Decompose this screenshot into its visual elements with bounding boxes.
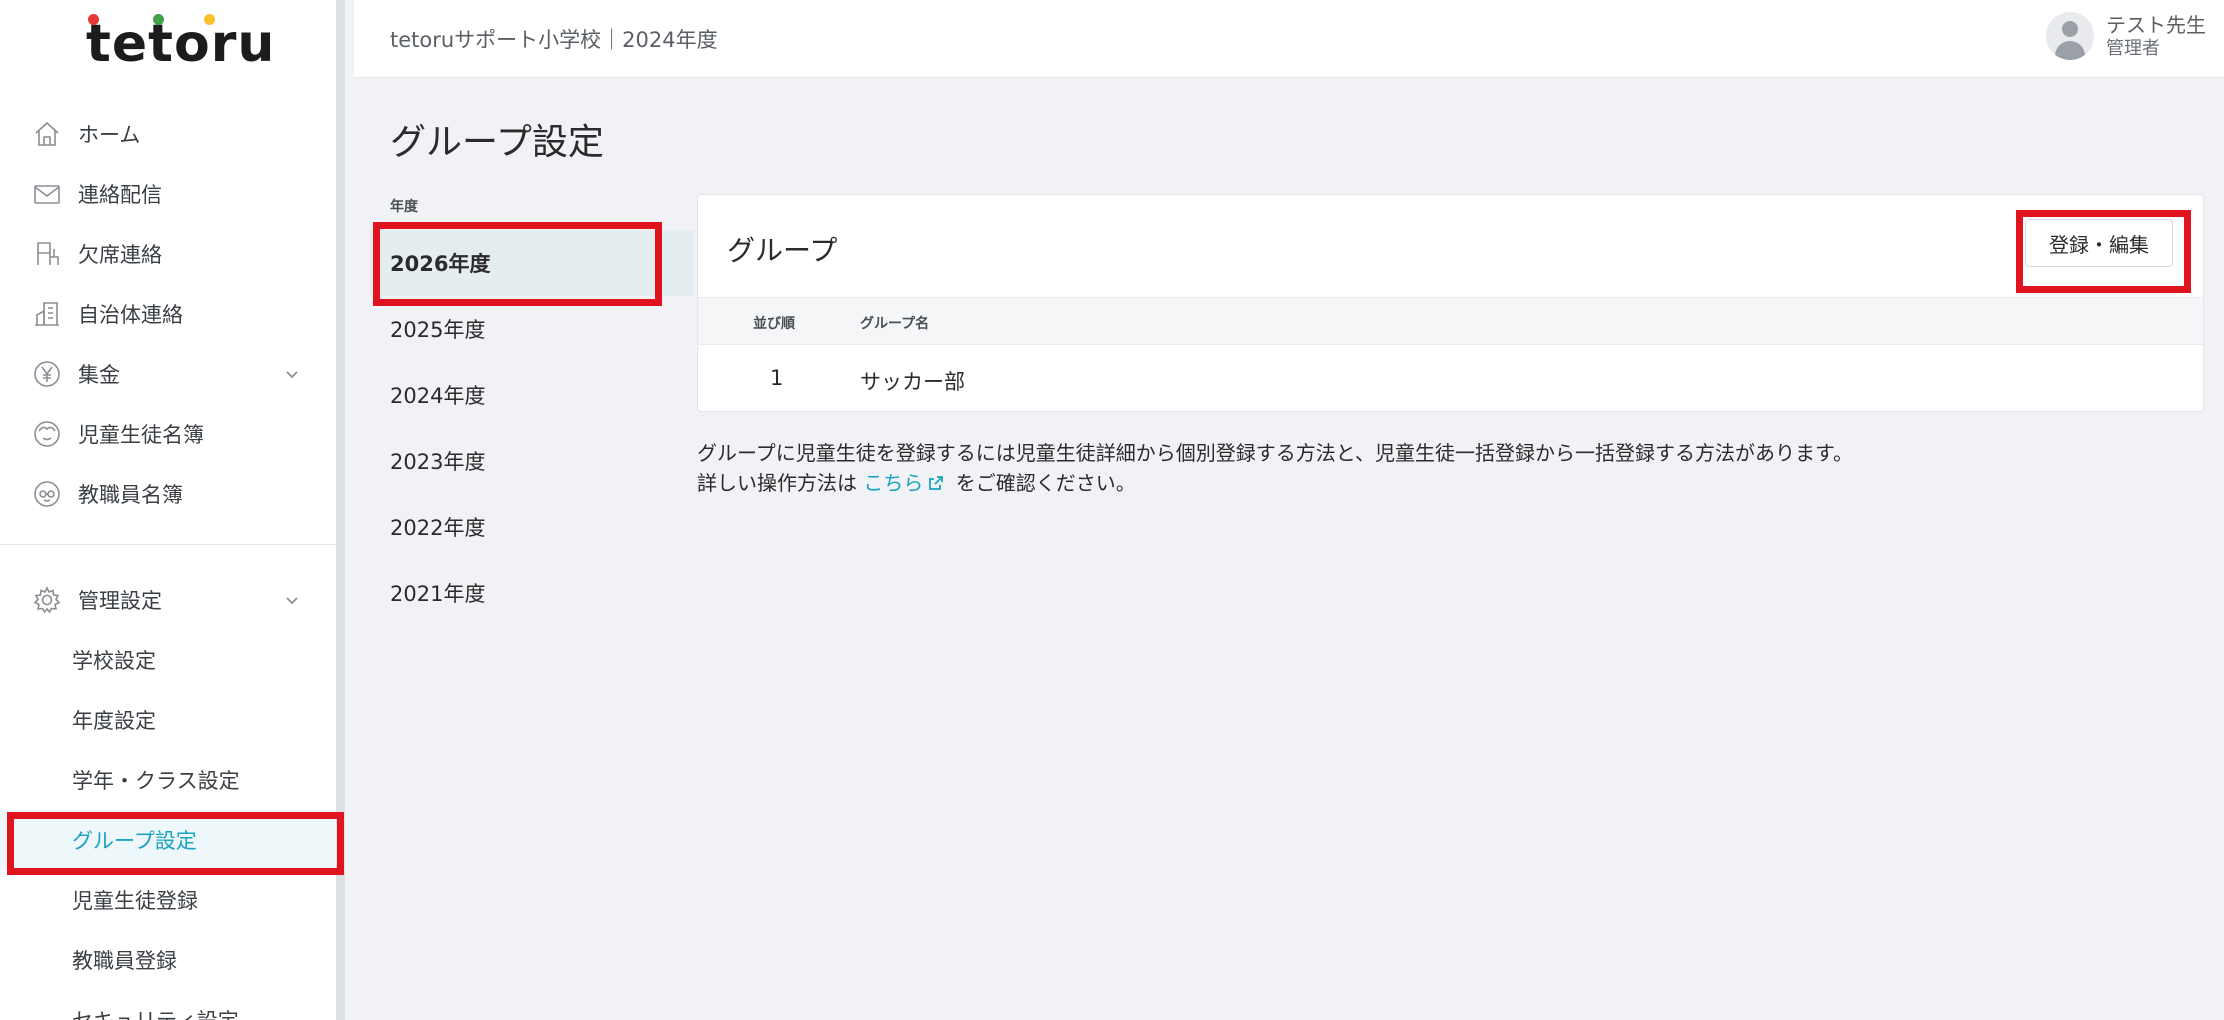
- sidebar-item-label: 管理設定: [78, 589, 162, 613]
- help-link-text: こちら: [863, 471, 924, 495]
- year-item-2025[interactable]: 2025年度: [370, 296, 694, 362]
- yen-icon: [30, 357, 64, 391]
- desk-chair-icon: [30, 237, 64, 271]
- child-face-icon: [30, 417, 64, 451]
- sidebar-divider: [0, 544, 336, 545]
- panel-title: グループ: [727, 234, 838, 267]
- logo-dot-green: [153, 14, 164, 25]
- sidebar-item-messages[interactable]: 連絡配信: [0, 164, 336, 224]
- admin-settings-group: 管理設定: [0, 570, 336, 630]
- submenu-item-security-settings[interactable]: セキュリティ設定: [0, 990, 336, 1020]
- year-item-2022[interactable]: 2022年度: [370, 494, 694, 560]
- help-note-line2: 詳しい操作方法は こちら をご確認ください。: [697, 468, 1853, 498]
- sidebar-item-label: 連絡配信: [78, 183, 162, 207]
- home-icon: [30, 117, 64, 151]
- gear-icon: [30, 583, 64, 617]
- avatar-head: [2062, 21, 2078, 37]
- chevron-down-icon: [284, 366, 300, 382]
- mail-icon: [30, 177, 64, 211]
- group-panel: グループ 登録・編集 並び順 グループ名 1 サッカー部: [697, 194, 2204, 412]
- chevron-down-icon: [284, 592, 300, 608]
- user-menu[interactable]: テスト先生 管理者: [2046, 12, 2206, 60]
- row-order: 1: [770, 366, 784, 390]
- register-edit-button[interactable]: 登録・編集: [2025, 219, 2173, 267]
- sidebar-item-teachers[interactable]: 教職員名簿: [0, 464, 336, 524]
- submenu-item-group-settings[interactable]: グループ設定: [0, 810, 336, 870]
- year-item-2021[interactable]: 2021年度: [370, 560, 694, 626]
- column-header-group-name: グループ名: [860, 316, 930, 332]
- sidebar-item-home[interactable]: ホーム: [0, 104, 336, 164]
- sidebar-item-label: 児童生徒名簿: [78, 423, 204, 447]
- logo-dot-red: [88, 14, 99, 25]
- sidebar-item-label: 欠席連絡: [78, 243, 162, 267]
- sidebar: tetoru ホーム 連絡配信 欠席連絡 自治体連絡 集金 児童生徒名簿 教職員…: [0, 0, 345, 1020]
- help-note-suffix: をご確認ください。: [955, 471, 1136, 495]
- logo-text: tetoru: [86, 14, 276, 74]
- school-year-title: tetoruサポート小学校｜2024年度: [390, 28, 718, 52]
- admin-submenu: 学校設定 年度設定 学年・クラス設定 グループ設定 児童生徒登録 教職員登録 セ…: [0, 630, 336, 1020]
- row-group-name: サッカー部: [860, 370, 965, 394]
- table-row[interactable]: 1 サッカー部: [698, 345, 2203, 411]
- sidebar-item-students[interactable]: 児童生徒名簿: [0, 404, 336, 464]
- submenu-item-school-settings[interactable]: 学校設定: [0, 630, 336, 690]
- help-note: グループに児童生徒を登録するには児童生徒詳細から個別登録する方法と、児童生徒一括…: [697, 438, 1853, 498]
- submenu-item-grade-class-settings[interactable]: 学年・クラス設定: [0, 750, 336, 810]
- main-nav: ホーム 連絡配信 欠席連絡 自治体連絡 集金 児童生徒名簿 教職員名簿: [0, 104, 336, 524]
- sidebar-item-payment[interactable]: 集金: [0, 344, 336, 404]
- year-item-2023[interactable]: 2023年度: [370, 428, 694, 494]
- submenu-item-year-settings[interactable]: 年度設定: [0, 690, 336, 750]
- building-icon: [30, 297, 64, 331]
- sidebar-item-label: 自治体連絡: [78, 303, 183, 327]
- year-heading: 年度: [390, 199, 418, 215]
- teacher-face-icon: [30, 477, 64, 511]
- tetoru-logo[interactable]: tetoru: [86, 14, 275, 70]
- avatar: [2046, 12, 2094, 60]
- avatar-body: [2055, 41, 2085, 60]
- table-header: 並び順 グループ名: [698, 297, 2203, 345]
- user-role: 管理者: [2106, 37, 2160, 59]
- sidebar-item-municipality[interactable]: 自治体連絡: [0, 284, 336, 344]
- help-note-line1: グループに児童生徒を登録するには児童生徒詳細から個別登録する方法と、児童生徒一括…: [697, 441, 1853, 465]
- external-link-icon: [927, 470, 945, 490]
- sidebar-item-label: ホーム: [78, 123, 141, 147]
- sidebar-item-absence[interactable]: 欠席連絡: [0, 224, 336, 284]
- top-header: tetoruサポート小学校｜2024年度 テスト先生 管理者: [354, 0, 2224, 78]
- page-title: グループ設定: [390, 122, 604, 163]
- sidebar-item-label: 教職員名簿: [78, 483, 183, 507]
- submenu-item-student-registration[interactable]: 児童生徒登録: [0, 870, 336, 930]
- help-link[interactable]: こちら: [863, 471, 949, 495]
- sidebar-item-admin-settings[interactable]: 管理設定: [0, 570, 336, 630]
- user-name: テスト先生: [2106, 12, 2206, 37]
- year-item-2026[interactable]: 2026年度: [370, 230, 694, 296]
- user-info: テスト先生 管理者: [2106, 13, 2206, 60]
- help-note-prefix: 詳しい操作方法は: [697, 471, 857, 495]
- sidebar-item-label: 集金: [78, 363, 120, 387]
- submenu-item-staff-registration[interactable]: 教職員登録: [0, 930, 336, 990]
- column-header-order: 並び順: [753, 316, 795, 332]
- year-item-2024[interactable]: 2024年度: [370, 362, 694, 428]
- logo-dot-yellow: [204, 14, 215, 25]
